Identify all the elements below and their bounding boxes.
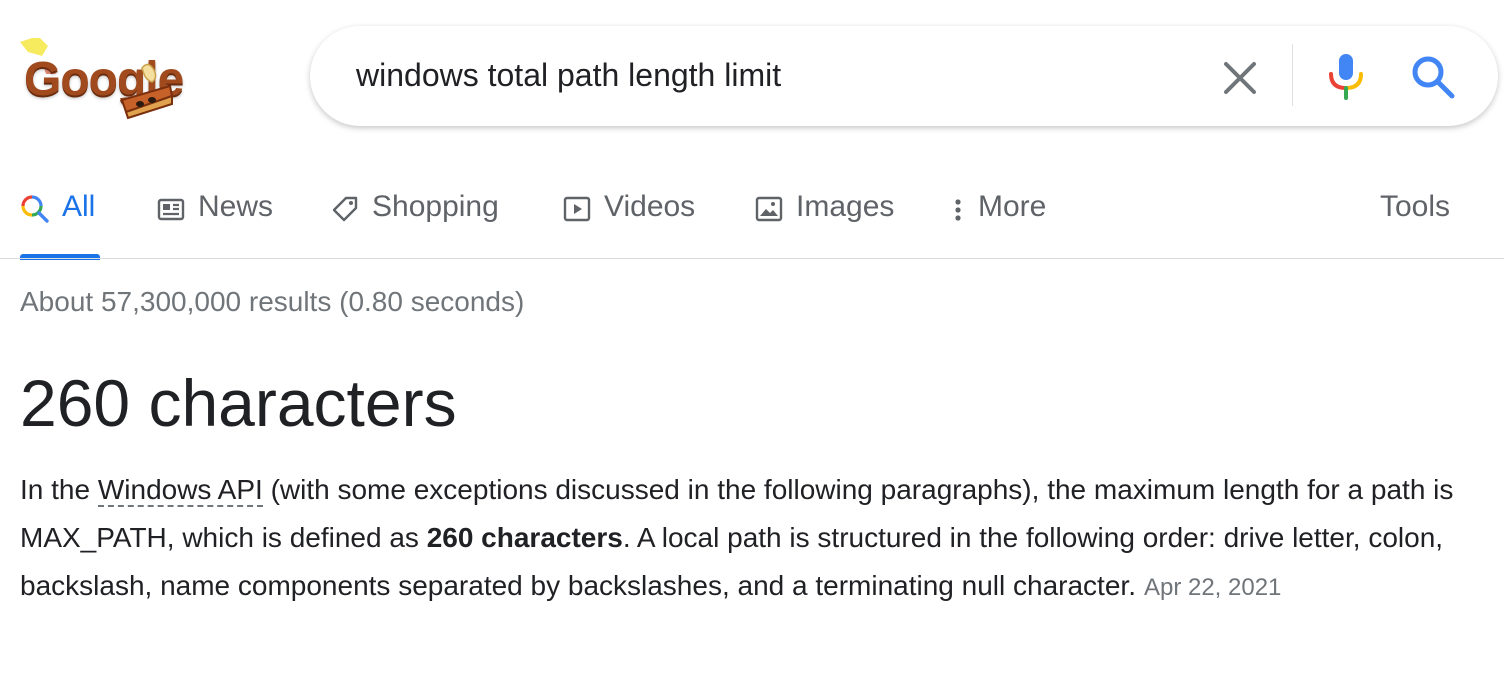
tab-more-label: More [978, 190, 1047, 223]
tab-news[interactable]: News [156, 180, 273, 260]
microphone-icon[interactable] [1326, 52, 1366, 100]
pie-mascot-icon [120, 63, 174, 120]
snippet-date: Apr 22, 2021 [1143, 574, 1282, 601]
tools-button[interactable]: Tools [1380, 180, 1450, 260]
search-box [310, 26, 1498, 126]
tab-shopping-label: Shopping [372, 190, 499, 223]
result-stats: About 57,300,000 results (0.80 seconds) [20, 286, 525, 317]
tag-icon [332, 196, 358, 222]
searchbox-divider [1292, 44, 1293, 106]
search-multicolor-icon [21, 195, 49, 223]
tools-label: Tools [1380, 190, 1451, 223]
windows-api-term-link[interactable]: Windows API [97, 474, 263, 507]
featured-answer: 260 characters [20, 366, 457, 440]
tab-news-label: News [198, 190, 274, 223]
active-tab-indicator [20, 254, 100, 260]
tab-all-label: All [62, 190, 96, 223]
snippet-bold-answer: 260 characters [426, 522, 623, 553]
google-doodle-logo[interactable]: Google [18, 38, 208, 122]
newspaper-icon [157, 198, 185, 221]
play-icon [563, 196, 591, 222]
snippet-part1: In the [20, 474, 98, 505]
tab-videos[interactable]: Videos [562, 180, 695, 260]
more-vertical-icon [955, 199, 961, 221]
tab-more[interactable]: More [948, 180, 1046, 260]
search-input[interactable] [356, 50, 1216, 100]
search-tabs: All News Shopping Videos Images More Too… [0, 180, 1504, 260]
clear-search-icon[interactable] [1218, 56, 1262, 100]
tab-all[interactable]: All [20, 180, 100, 260]
image-icon [755, 196, 783, 222]
featured-snippet-text: In the Windows API (with some exceptions… [20, 466, 1470, 612]
search-icon[interactable] [1410, 54, 1456, 100]
tab-images[interactable]: Images [754, 180, 894, 260]
tabs-divider [0, 258, 1504, 259]
tab-shopping[interactable]: Shopping [330, 180, 499, 260]
tab-videos-label: Videos [604, 190, 696, 223]
tab-images-label: Images [796, 190, 895, 223]
